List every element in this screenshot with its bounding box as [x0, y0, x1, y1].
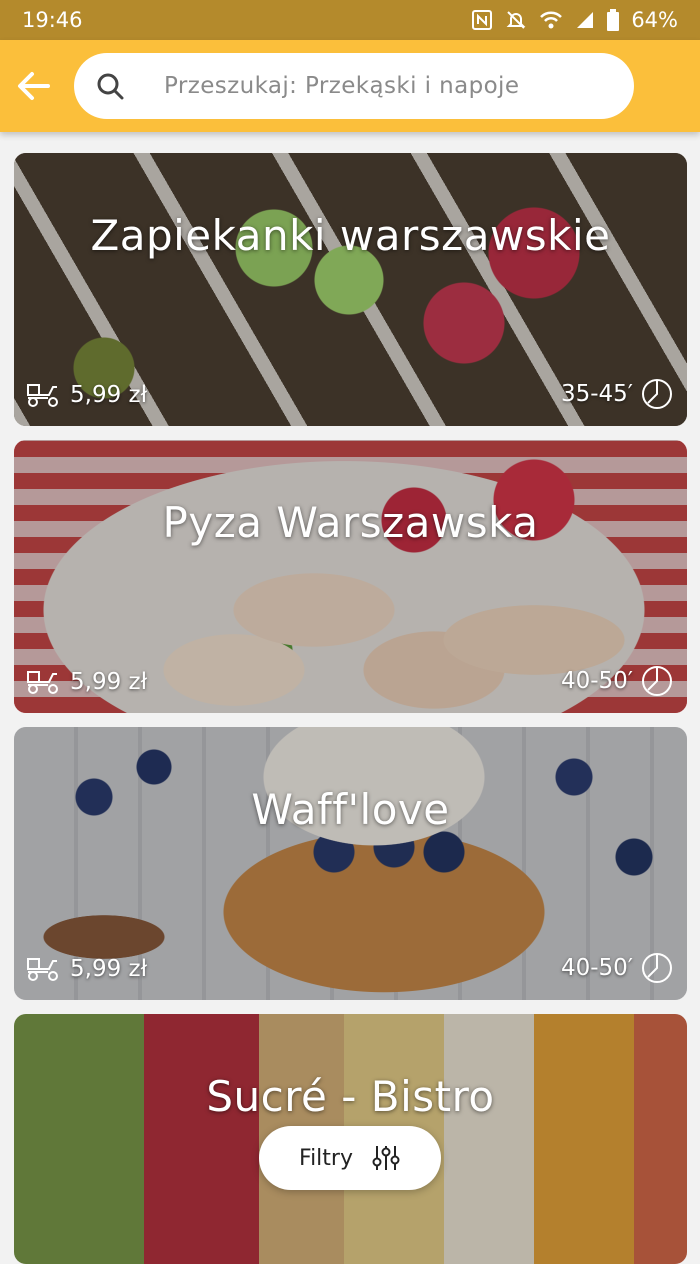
clock-icon: [642, 379, 672, 409]
delivery-time-value: 40-50′: [560, 955, 633, 981]
restaurant-name: Zapiekanki warszawskie: [90, 211, 611, 260]
app-bar: Przeszukaj: Przekąski i napoje: [0, 40, 700, 132]
restaurant-name: Waff'love: [251, 785, 450, 834]
search-input[interactable]: Przeszukaj: Przekąski i napoje: [74, 53, 634, 119]
delivery-scooter-icon: [27, 958, 58, 981]
filters-button[interactable]: Filtry: [259, 1126, 441, 1190]
signal-icon: [577, 12, 594, 28]
wifi-icon: [540, 11, 563, 29]
restaurant-card[interactable]: Pyza Warszawska 5,99 zł 40-50′: [14, 440, 687, 713]
clock-icon: [642, 666, 672, 696]
delivery-fee: 5,99 zł: [26, 669, 147, 695]
restaurant-card[interactable]: Waff'love 5,99 zł 40-50′: [14, 727, 687, 1000]
delivery-scooter-icon: [27, 384, 58, 407]
delivery-time-value: 35-45′: [560, 381, 633, 407]
filters-label: Filtry: [299, 1145, 353, 1171]
sliders-icon: [372, 1146, 400, 1170]
status-time: 19:46: [22, 8, 83, 32]
delivery-fee-value: 5,99 zł: [70, 669, 148, 695]
restaurant-name: Sucré - Bistro: [206, 1072, 495, 1121]
battery-percent: 64%: [631, 8, 678, 32]
back-arrow-icon[interactable]: [14, 66, 54, 106]
status-bar: 19:46 64%: [0, 0, 700, 40]
restaurant-card[interactable]: Zapiekanki warszawskie 5,99 zł 35-45′: [14, 153, 687, 426]
search-placeholder: Przeszukaj: Przekąski i napoje: [164, 73, 520, 99]
delivery-fee-value: 5,99 zł: [70, 382, 148, 408]
battery-icon: [607, 9, 620, 31]
delivery-fee: 5,99 zł: [26, 382, 147, 408]
delivery-time-value: 40-50′: [560, 668, 633, 694]
delivery-fee: 5,99 zł: [26, 956, 147, 982]
delivery-time: 40-50′: [561, 665, 673, 697]
delivery-time: 35-45′: [561, 378, 673, 410]
restaurant-name: Pyza Warszawska: [162, 498, 539, 547]
search-icon: [97, 73, 124, 100]
delivery-time: 40-50′: [561, 952, 673, 984]
clock-icon: [642, 953, 672, 983]
delivery-scooter-icon: [27, 671, 58, 694]
status-icons: 64%: [471, 8, 678, 32]
delivery-fee-value: 5,99 zł: [70, 956, 148, 982]
mute-icon: [506, 11, 526, 29]
nfc-icon: [472, 10, 493, 30]
